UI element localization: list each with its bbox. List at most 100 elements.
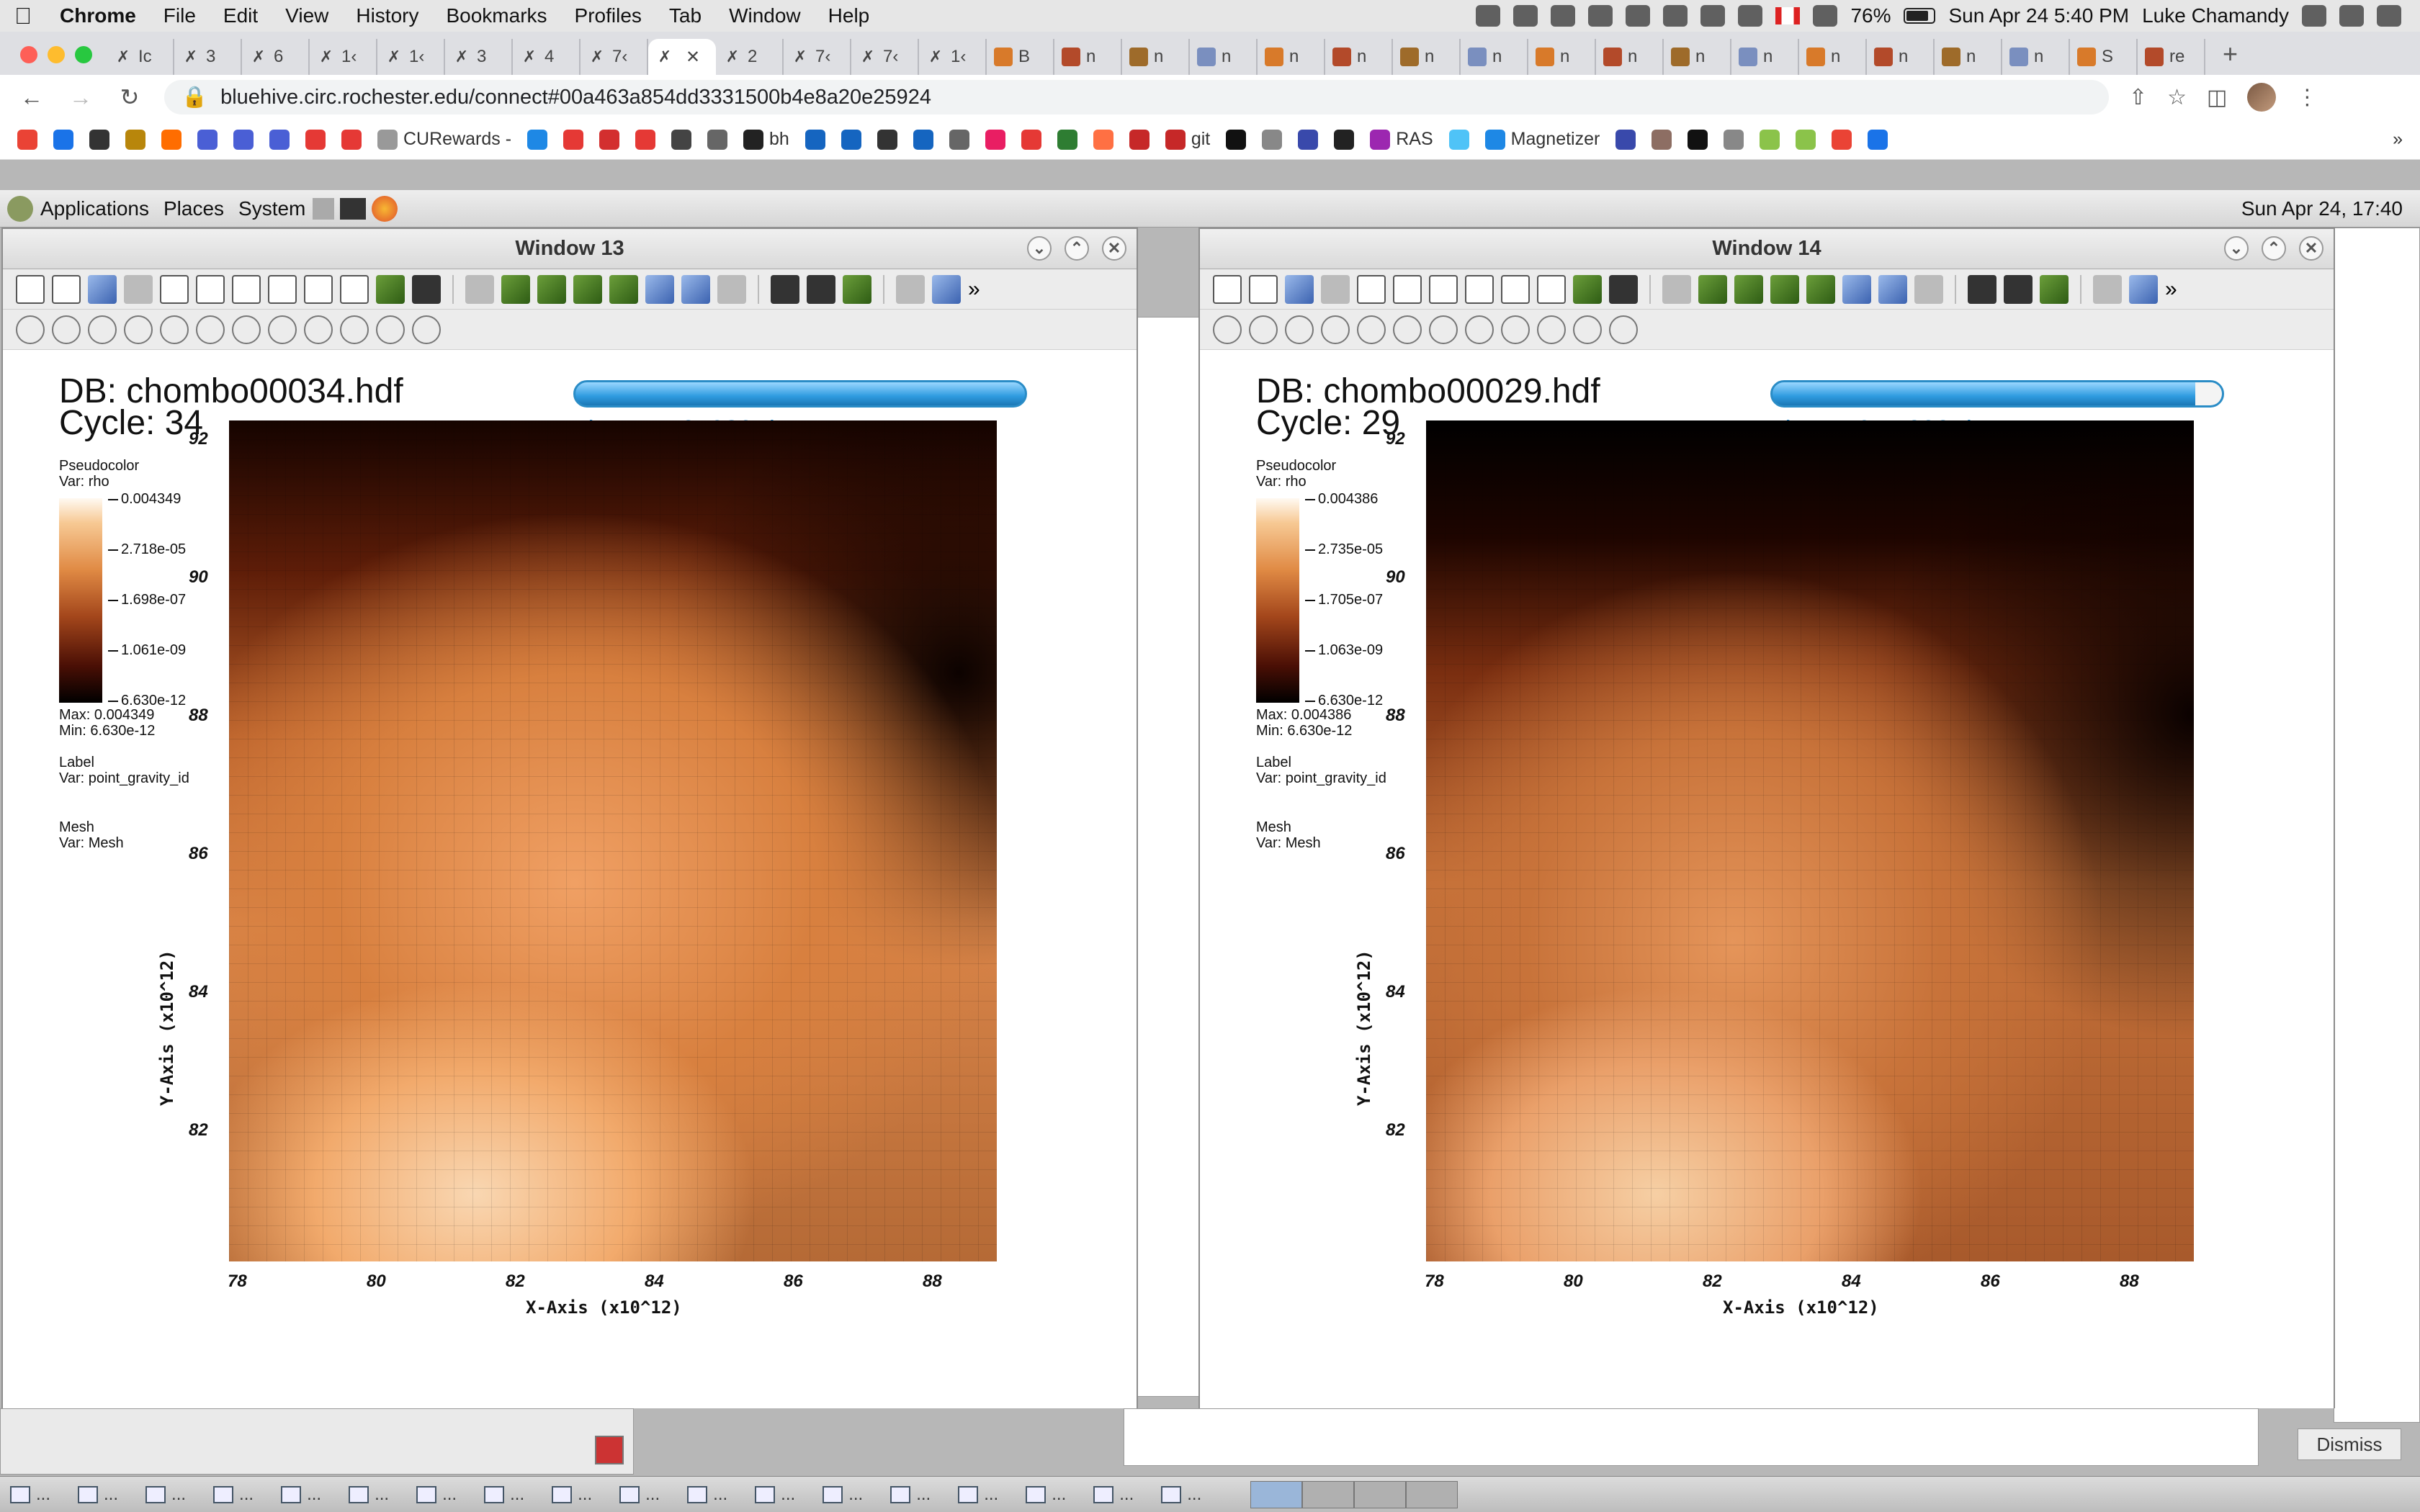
zoom-icon[interactable] — [1573, 274, 1602, 304]
browser-tab[interactable]: ✗ Ic — [107, 39, 174, 75]
close-button[interactable]: ✕ — [2299, 236, 2323, 261]
taskbar-item[interactable]: ... — [619, 1485, 660, 1505]
clear-icon[interactable] — [124, 274, 153, 304]
menu-view[interactable]: View — [272, 4, 342, 27]
wifi-icon[interactable] — [1738, 5, 1763, 27]
taskbar-item[interactable]: ... — [10, 1485, 50, 1505]
stop-icon[interactable] — [2040, 274, 2069, 304]
invert-icon[interactable] — [412, 274, 441, 304]
apple-menu-icon[interactable]:  — [0, 3, 46, 30]
bookmark-item[interactable] — [1652, 129, 1672, 150]
layout-2-icon[interactable] — [196, 274, 225, 304]
cube-icon[interactable] — [1501, 315, 1530, 344]
lineout-s-icon[interactable] — [160, 315, 189, 344]
navigate-icon[interactable] — [16, 315, 45, 344]
taskbar-item[interactable]: ... — [958, 1485, 998, 1505]
bookmark-item[interactable] — [913, 129, 933, 150]
gnome-logo-icon[interactable] — [7, 195, 33, 222]
browser-tab[interactable]: ✗ 1‹ — [919, 39, 987, 75]
plot-icon[interactable] — [645, 274, 674, 304]
reverse-icon[interactable] — [807, 274, 835, 304]
taskbar-item[interactable]: ... — [1093, 1485, 1134, 1505]
line-icon[interactable] — [1465, 315, 1494, 344]
lineout-z-icon[interactable] — [88, 315, 117, 344]
plot-icon[interactable] — [717, 274, 746, 304]
minimize-button[interactable]: ⌄ — [2224, 236, 2249, 261]
volume-icon[interactable] — [1813, 5, 1838, 27]
bookmark-item[interactable] — [1760, 129, 1780, 150]
siri-icon[interactable] — [2339, 5, 2364, 27]
plot-icon[interactable] — [1842, 274, 1871, 304]
menu-window[interactable]: Window — [715, 4, 815, 27]
window-titlebar[interactable]: Window 13 ⌄ ⌃ ✕ — [3, 229, 1137, 269]
bookmark-item[interactable] — [17, 129, 37, 150]
zoom-window-button[interactable] — [75, 46, 92, 63]
chart-icon[interactable] — [196, 315, 225, 344]
browser-tab[interactable]: ✗ 4 — [513, 39, 581, 75]
taskbar-item[interactable]: ... — [1026, 1485, 1066, 1505]
zoom-icon[interactable] — [376, 274, 405, 304]
clear-icon[interactable] — [1321, 274, 1350, 304]
browser-tab[interactable]: ✗ 1‹ — [310, 39, 377, 75]
python-icon[interactable] — [2129, 274, 2158, 304]
address-bar[interactable]: 🔒 bluehive.circ.rochester.edu/connect#00… — [164, 80, 2109, 114]
minimize-window-button[interactable] — [48, 46, 65, 63]
browser-tab[interactable]: ✗ 3 — [445, 39, 513, 75]
toolbar-overflow-icon[interactable]: » — [2165, 277, 2177, 302]
browser-tab[interactable]: ✗ 2 — [716, 39, 784, 75]
plot-icon[interactable] — [1698, 274, 1727, 304]
bookmark-item[interactable] — [1262, 129, 1283, 150]
layout-1-icon[interactable] — [1357, 274, 1386, 304]
new-window-icon[interactable] — [1249, 274, 1278, 304]
browser-tab[interactable]: n — [1664, 39, 1731, 75]
browser-tab[interactable]: n — [1325, 39, 1393, 75]
workspace-2[interactable] — [1302, 1480, 1355, 1508]
layout-grid-icon[interactable] — [1537, 274, 1566, 304]
browser-tab[interactable]: re — [2138, 39, 2205, 75]
browser-tab[interactable]: B — [987, 39, 1054, 75]
bookmark-item[interactable] — [1057, 129, 1077, 150]
file-manager-icon[interactable] — [313, 197, 335, 220]
taskbar-item[interactable]: ... — [484, 1485, 524, 1505]
slider-icon[interactable] — [1609, 315, 1638, 344]
browser-tab[interactable]: n — [1054, 39, 1122, 75]
browser-tab[interactable]: n — [1935, 39, 2002, 75]
bookmark-item[interactable] — [1298, 129, 1319, 150]
firefox-icon[interactable] — [372, 195, 398, 222]
layout-8-icon[interactable] — [268, 274, 297, 304]
bookmark-item[interactable] — [1334, 129, 1355, 150]
bluetooth-icon[interactable] — [1700, 5, 1726, 27]
zoom-icon[interactable] — [1249, 315, 1278, 344]
bookmark-item[interactable] — [1796, 129, 1816, 150]
bookmark-item[interactable] — [197, 129, 218, 150]
bookmark-item[interactable]: Magnetizer — [1484, 129, 1600, 150]
workspace-1[interactable] — [1250, 1480, 1303, 1508]
image-icon[interactable] — [2093, 274, 2122, 304]
lineout-n-icon[interactable] — [124, 315, 153, 344]
layout-2-icon[interactable] — [1393, 274, 1422, 304]
taskbar-item[interactable]: ... — [755, 1485, 795, 1505]
rewind-icon[interactable] — [1968, 274, 1996, 304]
bookmark-item[interactable] — [125, 129, 145, 150]
layout-8-icon[interactable] — [1465, 274, 1494, 304]
profile-avatar[interactable] — [2247, 83, 2277, 112]
bookmark-item[interactable] — [1688, 129, 1708, 150]
side-panel-icon[interactable]: ◫ — [2207, 85, 2227, 110]
taskbar-item[interactable]: ... — [687, 1485, 727, 1505]
browser-tab[interactable]: n — [1258, 39, 1325, 75]
bookmark-item[interactable] — [635, 129, 656, 150]
lock-icon[interactable] — [1213, 274, 1242, 304]
bookmark-item[interactable] — [599, 129, 620, 150]
menubar-user[interactable]: Luke Chamandy — [2142, 4, 2289, 27]
copy-window-icon[interactable] — [1285, 274, 1314, 304]
browser-tab[interactable]: n — [1731, 39, 1799, 75]
plot-icon[interactable] — [1806, 274, 1835, 304]
image-icon[interactable] — [896, 274, 925, 304]
bookmark-item[interactable]: CURewards - — [377, 129, 511, 150]
spotlight-icon[interactable] — [2302, 5, 2326, 27]
menu-help[interactable]: Help — [815, 4, 884, 27]
plot-icon[interactable] — [681, 274, 710, 304]
navigate-icon[interactable] — [1213, 315, 1242, 344]
bookmark-item[interactable] — [269, 129, 290, 150]
layout-9-icon[interactable] — [1501, 274, 1530, 304]
